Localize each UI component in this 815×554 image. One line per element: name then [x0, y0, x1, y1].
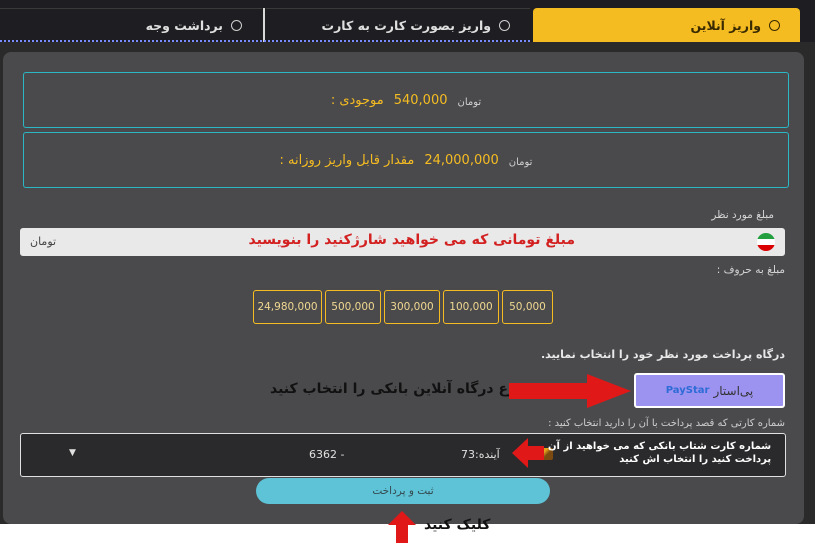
radio-icon	[499, 20, 510, 31]
balance-label: موجودی :	[330, 92, 384, 108]
tab-divider	[263, 8, 265, 42]
daily-limit-value: 24,000,000	[424, 152, 499, 168]
paystar-logo-icon: PayStar	[665, 385, 710, 396]
balance-value: 540,000	[393, 92, 448, 108]
card-bank-name: آینده:73	[461, 448, 500, 461]
preset-amount-button[interactable]: 50,000	[502, 290, 553, 324]
submit-payment-button[interactable]: ثبت و پرداخت	[256, 478, 550, 504]
preset-amount-button[interactable]: 300,000	[384, 290, 440, 324]
card-number: 6362 -	[309, 448, 345, 461]
tab-bar: واریز آنلاین واریز بصورت کارت به کارت بر…	[0, 0, 815, 42]
gateway-option-label: پی‌استار	[713, 383, 754, 398]
daily-limit-label: مقدار قابل واریز روزانه :	[279, 152, 415, 168]
balance-box: تومان 540,000 موجودی :	[23, 72, 789, 128]
tab-card-to-card[interactable]: واریز بصورت کارت به کارت	[266, 8, 530, 42]
card-hint-line: پرداخت کنید را انتخاب اش کنید	[619, 454, 772, 465]
tab-withdraw[interactable]: برداشت وجه	[0, 8, 262, 42]
arrow-right-icon	[509, 374, 631, 408]
card-hint-line: شماره کارت شتاب بانکی که می خواهید از آن	[548, 441, 772, 452]
radio-icon	[769, 19, 780, 31]
radio-icon	[231, 20, 242, 31]
tab-label: واریز آنلاین	[690, 17, 761, 33]
gateway-title: درگاه پرداخت مورد نظر خود را انتخاب نمای…	[540, 348, 785, 361]
amount-unit: تومان	[30, 235, 57, 248]
daily-limit-box: تومان 24,000,000 مقدار قابل واریز روزانه…	[23, 132, 789, 188]
amount-hint-annotation: مبلغ تومانی که می خواهید شارژکنید را بنو…	[248, 232, 575, 248]
tab-online-deposit[interactable]: واریز آنلاین	[533, 8, 800, 42]
tab-label: واریز بصورت کارت به کارت	[321, 18, 491, 33]
amount-words-label: مبلغ به حروف :	[716, 264, 785, 276]
amount-input[interactable]: مبلغ تومانی که می خواهید شارژکنید را بنو…	[20, 228, 785, 256]
arrow-left-icon	[512, 438, 544, 468]
amount-label: مبلغ مورد نظر	[711, 209, 774, 221]
tab-label: برداشت وجه	[145, 18, 223, 33]
balance-unit: تومان	[457, 96, 482, 108]
dropdown-arrow-icon: ▼	[69, 448, 76, 458]
iran-flag-icon	[757, 233, 775, 251]
tab-underline	[0, 40, 530, 42]
preset-amount-button[interactable]: 100,000	[443, 290, 499, 324]
card-select-label: شماره کارتی که قصد پرداخت با آن را دارید…	[548, 418, 785, 429]
arrow-up-icon	[388, 511, 416, 543]
preset-amount-button[interactable]: 24,980,000	[253, 290, 322, 324]
preset-amount-button[interactable]: 500,000	[325, 290, 381, 324]
daily-limit-unit: تومان	[508, 156, 533, 168]
card-hint-annotation: شماره کارت شتاب بانکی که می خواهید از آن…	[548, 440, 771, 466]
paystar-gateway-button[interactable]: پی‌استار PayStar	[634, 373, 785, 408]
click-hint-annotation: کلیک کنید	[424, 517, 491, 533]
gateway-hint-annotation: نوع درگاه آنلاین بانکی را انتخاب کنید	[270, 381, 523, 397]
